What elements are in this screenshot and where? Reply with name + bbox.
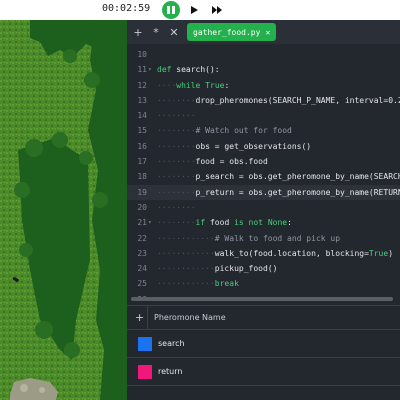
code-text: ············walk_to(food.location, block…: [157, 248, 394, 258]
line-number: 19: [137, 187, 147, 197]
new-tab-button[interactable]: +: [131, 26, 145, 39]
code-line[interactable]: 13 ········drop_pheromones(SEARCH_P_NAME,…: [127, 93, 400, 108]
code-line[interactable]: 22 ············# Walk to food and pick up: [127, 231, 400, 246]
tab-gather-food[interactable]: gather_food.py ✕: [187, 23, 277, 41]
line-number: 18: [137, 172, 147, 182]
top-toolbar: 00:02:59: [0, 0, 400, 20]
pheromone-panel: + Pheromone Name search return: [127, 305, 400, 400]
line-number: 14: [137, 111, 147, 121]
code-line[interactable]: 20 ········: [127, 200, 400, 215]
pheromone-color-swatch[interactable]: [138, 337, 152, 351]
close-tab-icon[interactable]: ✕: [265, 28, 270, 37]
code-text: ····while True:: [157, 80, 230, 90]
code-text: ········p_return = obs.get_pheromone_by_…: [157, 187, 400, 197]
unsaved-indicator: *: [153, 25, 159, 39]
code-line[interactable]: 19 ········p_return = obs.get_pheromone_b…: [127, 184, 400, 200]
line-number: 20: [137, 202, 147, 212]
close-all-tabs-button[interactable]: ✕: [167, 26, 181, 39]
line-number: 21: [137, 218, 147, 228]
play-icon: [191, 6, 198, 14]
code-line[interactable]: 17 ········food = obs.food: [127, 154, 400, 169]
editor-tab-bar: + * ✕ gather_food.py ✕: [127, 20, 400, 44]
code-line[interactable]: 25 ············break: [127, 276, 400, 291]
game-map[interactable]: [0, 20, 127, 400]
code-text: def search():: [157, 65, 220, 75]
pheromone-row-return[interactable]: return: [127, 358, 400, 386]
line-number: 13: [137, 95, 147, 105]
code-line[interactable]: 18 ········p_search = obs.get_pheromone_b…: [127, 169, 400, 184]
code-line[interactable]: 10: [127, 47, 400, 62]
line-number: 15: [137, 126, 147, 136]
code-line[interactable]: 16 ········obs = get_observations(): [127, 139, 400, 154]
terrain-view: [0, 20, 127, 400]
pause-icon: [167, 6, 170, 14]
code-line[interactable]: 23 ············walk_to(food.location, blo…: [127, 246, 400, 261]
line-number: 24: [137, 264, 147, 274]
code-line[interactable]: 15 ········# Watch out for food: [127, 123, 400, 138]
code-line[interactable]: 12 ····while True:: [127, 78, 400, 93]
code-text: ········food = obs.food: [157, 157, 268, 167]
elapsed-timer: 00:02:59: [102, 3, 151, 14]
horizontal-scrollbar[interactable]: [131, 297, 393, 301]
line-number: 17: [137, 157, 147, 167]
code-text: ············pickup_food(): [157, 264, 278, 274]
code-line[interactable]: 11 ▾ def search():: [127, 62, 400, 77]
tab-label: gather_food.py: [193, 27, 261, 37]
code-text: ········: [157, 202, 196, 212]
code-text: ········: [157, 111, 196, 121]
code-text: ········if food is not None:: [157, 218, 292, 228]
code-text: ········drop_pheromones(SEARCH_P_NAME, i…: [157, 95, 400, 105]
pheromone-name: search: [158, 339, 185, 348]
pause-button[interactable]: [162, 1, 180, 19]
code-editor: + * ✕ gather_food.py ✕ 10 11 ▾ def search()…: [127, 20, 400, 305]
pheromone-name: return: [158, 367, 183, 376]
line-number: 16: [137, 141, 147, 151]
line-number: 10: [137, 50, 147, 59]
line-number: 11: [137, 65, 147, 75]
fold-toggle-icon[interactable]: ▾: [148, 215, 152, 230]
fold-toggle-icon[interactable]: ▾: [148, 62, 152, 77]
code-line[interactable]: 21 ▾ ········if food is not None:: [127, 215, 400, 230]
line-number: 25: [137, 279, 147, 289]
code-lines[interactable]: 10 11 ▾ def search(): 12 ····while True: 13 ···…: [127, 47, 400, 299]
code-line[interactable]: 24 ············pickup_food(): [127, 261, 400, 276]
line-number: 23: [137, 248, 147, 258]
line-number: 22: [137, 233, 147, 243]
fast-forward-icon: [211, 6, 222, 14]
pheromone-name-column: Pheromone Name: [154, 313, 226, 322]
code-text: ········p_search = obs.get_pheromone_by_…: [157, 172, 400, 182]
pheromone-color-swatch[interactable]: [138, 365, 152, 379]
column-divider: [147, 306, 148, 330]
code-text: ············break: [157, 279, 239, 289]
code-line[interactable]: 14 ········: [127, 108, 400, 123]
pheromone-row-search[interactable]: search: [127, 330, 400, 358]
pheromone-table-header: + Pheromone Name: [127, 306, 400, 330]
code-text: ········obs = get_observations(): [157, 141, 312, 151]
play-button[interactable]: [186, 1, 202, 19]
code-text: ············# Walk to food and pick up: [157, 233, 341, 243]
line-number: 12: [137, 80, 147, 90]
code-text: ········# Watch out for food: [157, 126, 292, 136]
add-pheromone-button[interactable]: +: [135, 311, 144, 324]
fast-forward-button[interactable]: [208, 1, 226, 19]
